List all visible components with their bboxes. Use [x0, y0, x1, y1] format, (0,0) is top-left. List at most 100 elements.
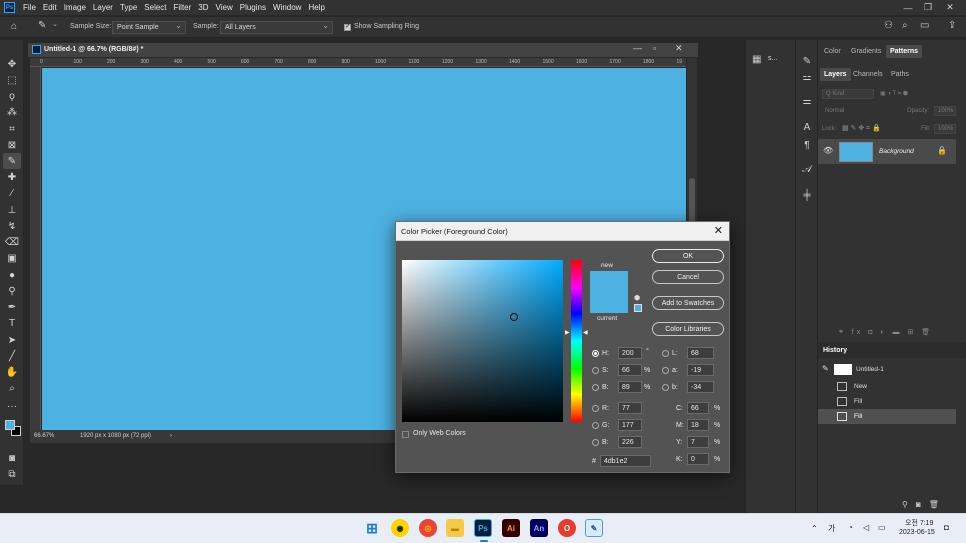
chrome-icon[interactable]: ◎ [419, 519, 437, 537]
battery-icon[interactable]: ▭ [878, 523, 886, 532]
r-input[interactable]: 77 [618, 402, 642, 414]
tab-gradients[interactable]: Gradients [851, 48, 881, 55]
saturation-brightness-field[interactable] [402, 260, 563, 422]
a-input[interactable]: -19 [687, 364, 714, 376]
m-input[interactable]: 18 [687, 419, 709, 431]
menu-view[interactable]: View [216, 3, 233, 12]
eyedropper-tool-preset-icon[interactable]: ✎ [38, 20, 46, 31]
l-input[interactable]: 68 [687, 347, 714, 359]
menu-file[interactable]: File [23, 3, 36, 12]
hue-slider-right-arrow-icon[interactable]: ◀ [583, 329, 588, 336]
document-tab[interactable]: Untitled-1 @ 66.7% (RGB/8#) * — ▫ ✕ [28, 43, 698, 58]
hue-slider[interactable] [571, 260, 582, 422]
path-selection-tool-icon[interactable]: ➤ [3, 332, 21, 348]
cancel-button[interactable]: Cancel [652, 270, 724, 284]
tool-presets-icon[interactable]: ╪ [799, 188, 815, 202]
sample-select[interactable]: All Layers [220, 21, 333, 34]
layer-filter-icons[interactable]: ▣ ◑ T ⌗ ⬢ [880, 90, 908, 98]
history-footer-icons[interactable]: ⚲◙🗑 [902, 500, 947, 509]
clock-date[interactable]: 2023-06-15 [899, 529, 935, 536]
brush-tool-icon[interactable]: ⁄ [3, 185, 21, 201]
lab-b-input[interactable]: -34 [687, 381, 714, 393]
tab-layers[interactable]: Layers [820, 68, 851, 81]
layer-lock-icon[interactable]: 🔒 [937, 146, 947, 155]
marquee-tool-icon[interactable]: ⬚ [3, 72, 21, 88]
line-tool-icon[interactable]: ╱ [3, 348, 21, 364]
character-icon[interactable]: A [799, 120, 815, 134]
lasso-tool-icon[interactable]: ϙ [3, 88, 21, 104]
more-tools-icon[interactable]: ··· [3, 398, 21, 414]
sample-size-select[interactable]: Point Sample [112, 21, 186, 34]
blue-input[interactable]: 226 [618, 436, 642, 448]
crop-tool-icon[interactable]: ⌗ [3, 121, 21, 137]
healing-brush-tool-icon[interactable]: ✚ [3, 169, 21, 185]
history-title[interactable]: History [823, 347, 847, 354]
c-input[interactable]: 66 [687, 402, 709, 414]
tab-color[interactable]: Color [824, 48, 841, 55]
h-input[interactable]: 200 [618, 347, 642, 359]
k-input[interactable]: 0 [687, 453, 709, 465]
close-window-icon[interactable]: ✕ [940, 0, 960, 15]
layer-kind-filter[interactable]: Q Kind [822, 89, 874, 99]
paint-app-icon[interactable]: ✎ [585, 519, 603, 537]
move-tool-icon[interactable]: ✥ [3, 56, 21, 72]
home-icon[interactable]: ⌂ [11, 21, 17, 32]
red-app-icon[interactable]: O [558, 519, 576, 537]
menu-filter[interactable]: Filter [174, 3, 192, 12]
history-item[interactable]: Fill [818, 394, 956, 409]
frame-tool-icon[interactable]: ⊠ [3, 137, 21, 153]
layer-name[interactable]: Background [879, 148, 914, 155]
b-input[interactable]: 89 [618, 381, 642, 393]
only-web-colors-checkbox[interactable] [402, 431, 409, 438]
menu-image[interactable]: Image [64, 3, 86, 12]
foreground-color-swatch[interactable] [5, 420, 15, 430]
ime-indicator[interactable]: 가 [828, 523, 835, 534]
eyedropper-tool-icon[interactable]: ✎ [3, 153, 21, 169]
clock-time[interactable]: 오전 7:19 [905, 518, 933, 528]
blend-mode-select[interactable]: Normal [825, 108, 844, 114]
restore-icon[interactable]: ❐ [918, 0, 938, 15]
eye-visibility-icon[interactable]: 👁 [823, 146, 833, 155]
web-safe-swatch[interactable] [634, 304, 642, 312]
menu-type[interactable]: Type [120, 3, 137, 12]
history-item[interactable]: Fill [818, 409, 956, 424]
layer-row-background[interactable]: 👁 Background 🔒 [818, 139, 956, 164]
show-sampling-ring-checkbox[interactable] [344, 22, 351, 31]
workspace-icon[interactable]: ▭ [920, 20, 929, 31]
share-icon[interactable]: ⇪ [948, 20, 956, 31]
menu-layer[interactable]: Layer [93, 3, 113, 12]
lock-options-icons[interactable]: ▦ ✎ ✥ ⌗ 🔒 [842, 124, 881, 133]
fill-field[interactable]: 100% [934, 124, 956, 134]
file-explorer-icon[interactable]: ▬ [446, 519, 464, 537]
gradient-tool-icon[interactable]: ▣ [3, 250, 21, 266]
chevron-down-icon[interactable]: ⌄ [52, 20, 58, 28]
history-brush-tool-icon[interactable]: ↯ [3, 218, 21, 234]
menu-help[interactable]: Help [308, 3, 324, 12]
quick-mask-icon[interactable]: ◙ [3, 450, 21, 466]
history-brush-source-icon[interactable]: ✎ [822, 364, 829, 373]
photoshop-taskbar-icon[interactable]: Ps [474, 519, 492, 537]
add-to-swatches-button[interactable]: Add to Swatches [652, 296, 724, 310]
s-radio[interactable] [592, 367, 599, 374]
volume-icon[interactable]: ◁ [863, 523, 869, 532]
menu-window[interactable]: Window [273, 3, 301, 12]
magic-wand-tool-icon[interactable]: ⁂ [3, 104, 21, 120]
blue-radio[interactable] [592, 439, 599, 446]
gamut-cube-icon[interactable]: ⬢ [634, 294, 640, 302]
tab-paths[interactable]: Paths [891, 71, 909, 78]
status-chevron-icon[interactable]: › [170, 433, 172, 439]
menu-select[interactable]: Select [144, 3, 166, 12]
blur-tool-icon[interactable]: ● [3, 267, 21, 283]
doc-restore-icon[interactable]: ▫ [653, 43, 656, 53]
notification-icon[interactable]: ◘ [944, 523, 949, 532]
glyphs-icon[interactable]: 𝒜 [799, 162, 815, 176]
tab-channels[interactable]: Channels [853, 71, 883, 78]
hex-input[interactable]: 4db1e2 [600, 455, 651, 467]
lab-b-radio[interactable] [662, 384, 669, 391]
b-radio[interactable] [592, 384, 599, 391]
doc-minimize-icon[interactable]: — [633, 43, 642, 53]
ok-button[interactable]: OK [652, 249, 724, 263]
hue-slider-left-arrow-icon[interactable]: ▶ [565, 329, 570, 336]
kakaotalk-icon[interactable]: ◉ [391, 519, 409, 537]
hand-tool-icon[interactable]: ✋ [3, 364, 21, 380]
